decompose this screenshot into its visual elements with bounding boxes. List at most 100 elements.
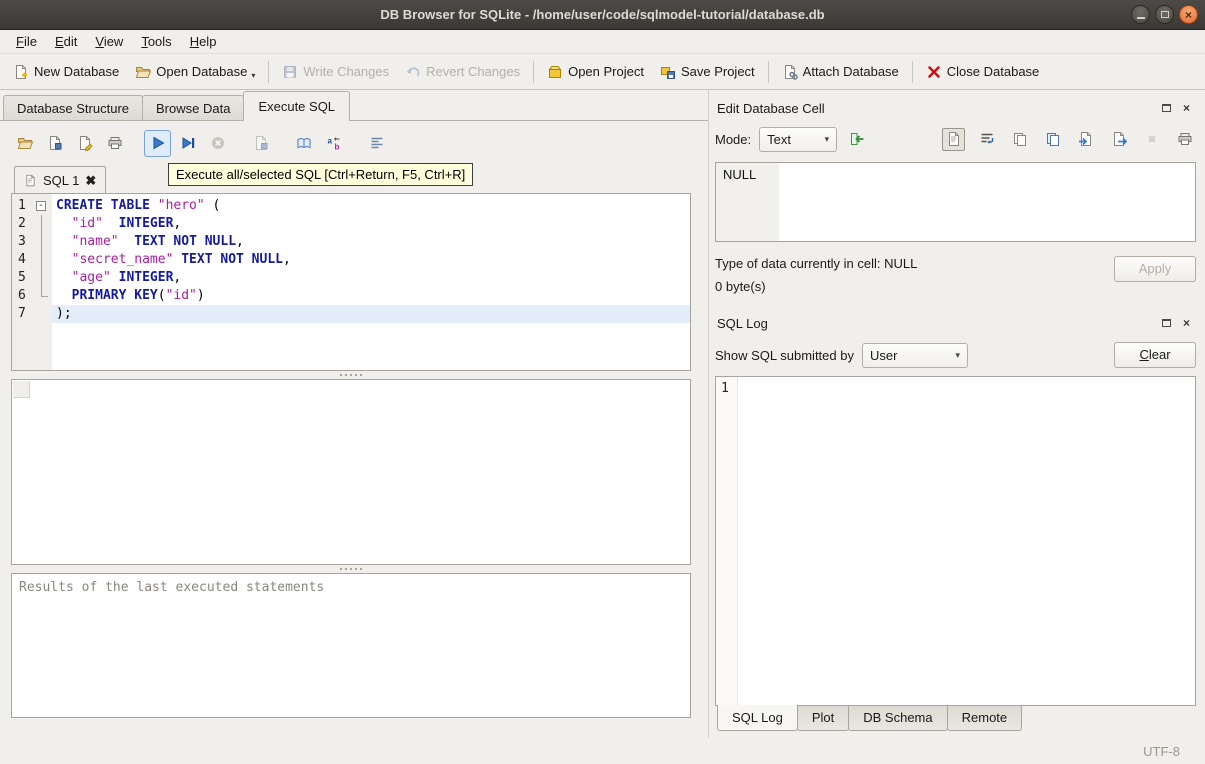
gutter-row: 4 [12,251,52,269]
sql-token: TEXT NOT NULL [134,234,237,249]
mode-combobox[interactable]: Text ▾ [759,126,838,152]
sql-line-7[interactable]: ); [52,305,690,323]
new-database-button[interactable]: New Database [5,59,127,85]
editor-code-area[interactable]: CREATE TABLE "hero" ( "id" INTEGER, "nam… [52,194,690,370]
minimize-button[interactable] [1131,5,1150,24]
close-cell-panel-button[interactable]: × [1179,101,1194,116]
export-page-button[interactable] [1107,128,1130,151]
sql-editor[interactable]: 1-2 3 4 5 6 7 CREATE TABLE "hero" ( "id" INTE… [11,193,691,371]
dropdown-arrow-icon[interactable]: ▾ [251,71,255,80]
pages-button[interactable] [1041,128,1064,151]
log-filter-combobox[interactable]: User ▾ [861,342,968,368]
open-database-icon [135,64,152,80]
dock-tab-plot[interactable]: Plot [796,706,850,731]
execute-sql-button[interactable] [144,129,171,157]
null-dot-icon [1144,131,1160,147]
cell-editor[interactable]: NULL [715,162,1196,242]
dock-tab-db-schema[interactable]: DB Schema [848,706,948,731]
line-number: 2 [18,216,26,231]
sql-token: , [173,270,182,285]
gutter-row: 3 [12,233,52,251]
open-project-button[interactable]: Open Project [539,59,652,85]
fold-margin [32,233,52,251]
fold-margin [32,251,52,269]
copy-page-icon [1012,131,1028,147]
menu-file[interactable]: File [7,30,46,53]
tab-browse-data[interactable]: Browse Data [142,95,245,121]
sql-line-6[interactable]: PRIMARY KEY("id") [52,287,690,305]
toolbar-button-label: Attach Database [802,64,899,79]
encoding-label: UTF-8 [1143,743,1180,759]
sql-line-4[interactable]: "secret_name" TEXT NOT NULL, [52,251,690,269]
open-sql-file-button[interactable] [11,130,38,157]
open-database-button[interactable]: Open Database ▾ [127,59,263,85]
import-page-button[interactable] [1074,128,1097,151]
format-sql-button[interactable] [363,130,390,157]
menu-view[interactable]: View [86,30,132,53]
log-content [738,377,1195,705]
apply-button: Apply [1114,256,1196,282]
maximize-button[interactable] [1155,5,1174,24]
save-project-button[interactable]: Save Project [652,59,763,85]
splitter-handle[interactable] [11,371,691,379]
sql-line-3[interactable]: "name" TEXT NOT NULL, [52,233,690,251]
copy-page-button[interactable] [1008,128,1031,151]
dock-tab-sql-log[interactable]: SQL Log [717,705,798,731]
menu-edit[interactable]: Edit [46,30,86,53]
find-replace-button[interactable]: ab [320,130,347,157]
save-sql-as-button[interactable] [71,130,98,157]
menu-tools[interactable]: Tools [132,30,180,53]
dock-tab-remote[interactable]: Remote [946,706,1023,731]
sql-line-5[interactable]: "age" INTEGER, [52,269,690,287]
fold-marker-icon[interactable]: - [36,201,46,211]
sql-tab[interactable]: SQL 1 ✖ [14,166,107,193]
titlebar: DB Browser for SQLite - /home/user/code/… [0,0,1205,30]
import-page-icon [1078,131,1094,147]
menu-help[interactable]: Help [181,30,226,53]
sql-line-2[interactable]: "id" INTEGER, [52,215,690,233]
printer-button[interactable] [1173,128,1196,151]
wrap-text-button[interactable] [975,128,998,151]
close-database-button[interactable]: Close Database [918,59,1048,85]
undock-log-button[interactable] [1159,316,1174,331]
null-dot-button[interactable] [1140,128,1163,151]
tab-execute-sql[interactable]: Execute SQL [243,91,351,121]
sql-tab-label: SQL 1 [43,172,80,188]
splitter-handle[interactable] [11,565,691,573]
document-button[interactable] [942,127,965,151]
sql-log-area[interactable]: 1 [715,376,1196,706]
write-changes-button: Write Changes [274,59,397,85]
save-sql-file-icon [47,135,63,151]
sql-tab-close-icon[interactable]: ✖ [85,174,96,187]
fold-margin [32,305,52,323]
open-sql-file-icon [17,135,33,151]
clear-button[interactable]: Clear [1114,342,1196,368]
close-window-button[interactable]: × [1179,5,1198,24]
export-csv-button[interactable] [290,130,317,157]
save-sql-file-button[interactable] [41,130,68,157]
window-title: DB Browser for SQLite - /home/user/code/… [380,7,825,22]
grid-corner-button[interactable] [13,381,30,398]
log-filter-label: Show SQL submitted by [715,347,854,363]
toolbar-button-label: Open Project [568,64,644,79]
save-results-icon [253,135,269,151]
sql-log-title: SQL Log [717,315,768,331]
line-number: 1 [18,198,26,213]
line-number: 3 [18,234,26,249]
print-button[interactable] [101,130,128,157]
import-cell-button[interactable] [845,128,868,151]
sql-token: INTEGER [118,270,174,285]
tab-database-structure[interactable]: Database Structure [3,95,144,121]
sql-token: ( [204,198,221,213]
sql-token: "secret_name" [71,252,174,267]
attach-database-button[interactable]: Attach Database [774,59,907,85]
sql-line-1[interactable]: CREATE TABLE "hero" ( [52,197,690,215]
float-icon [1162,319,1171,327]
results-grid [11,379,691,565]
undock-cell-button[interactable] [1159,101,1174,116]
gutter-row: 7 [12,305,52,323]
close-log-panel-button[interactable]: × [1179,316,1194,331]
execute-line-button[interactable] [174,130,201,157]
